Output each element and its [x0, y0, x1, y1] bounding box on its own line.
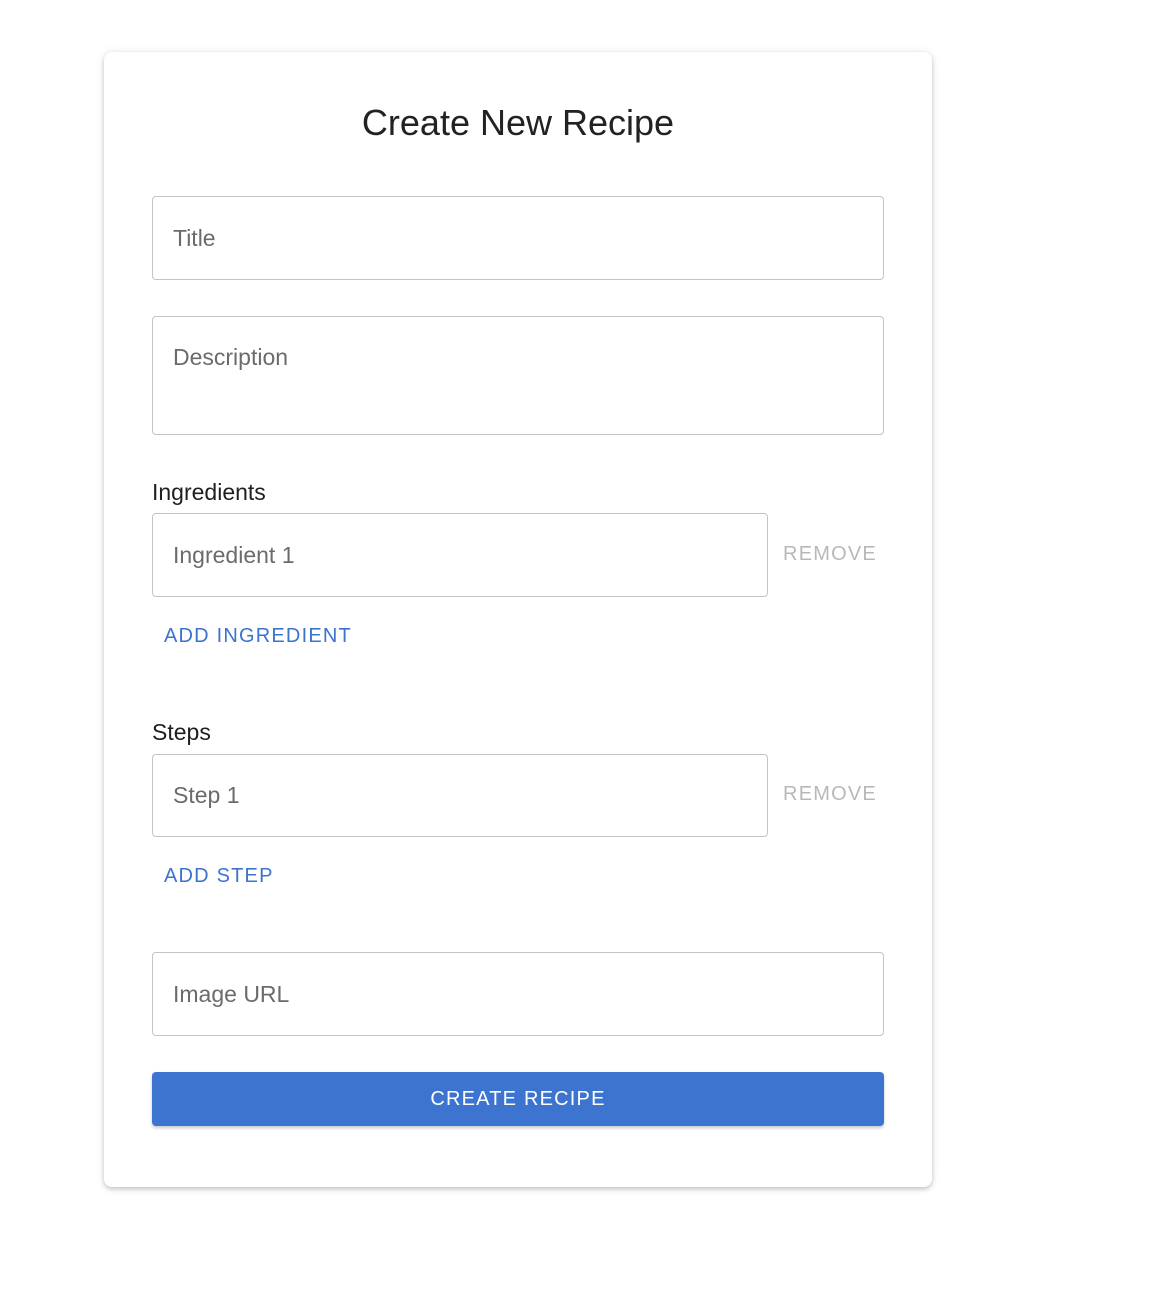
create-recipe-button[interactable]: CREATE RECIPE	[152, 1072, 884, 1126]
add-step-button[interactable]: ADD STEP	[152, 854, 286, 898]
description-input[interactable]	[152, 316, 884, 435]
ingredients-label: Ingredients	[152, 479, 266, 505]
steps-label: Steps	[152, 719, 211, 745]
step-input[interactable]	[152, 754, 768, 837]
remove-ingredient-button[interactable]: REMOVE	[770, 534, 890, 574]
image-url-input[interactable]	[152, 952, 884, 1036]
ingredient-input[interactable]	[152, 513, 768, 597]
add-ingredient-button[interactable]: ADD INGREDIENT	[152, 614, 364, 658]
remove-step-button[interactable]: REMOVE	[770, 774, 890, 814]
page-title: Create New Recipe	[361, 102, 675, 143]
recipe-form-card: Create New Recipe Ingredients REMOVE ADD…	[104, 52, 932, 1187]
title-input[interactable]	[152, 196, 884, 280]
